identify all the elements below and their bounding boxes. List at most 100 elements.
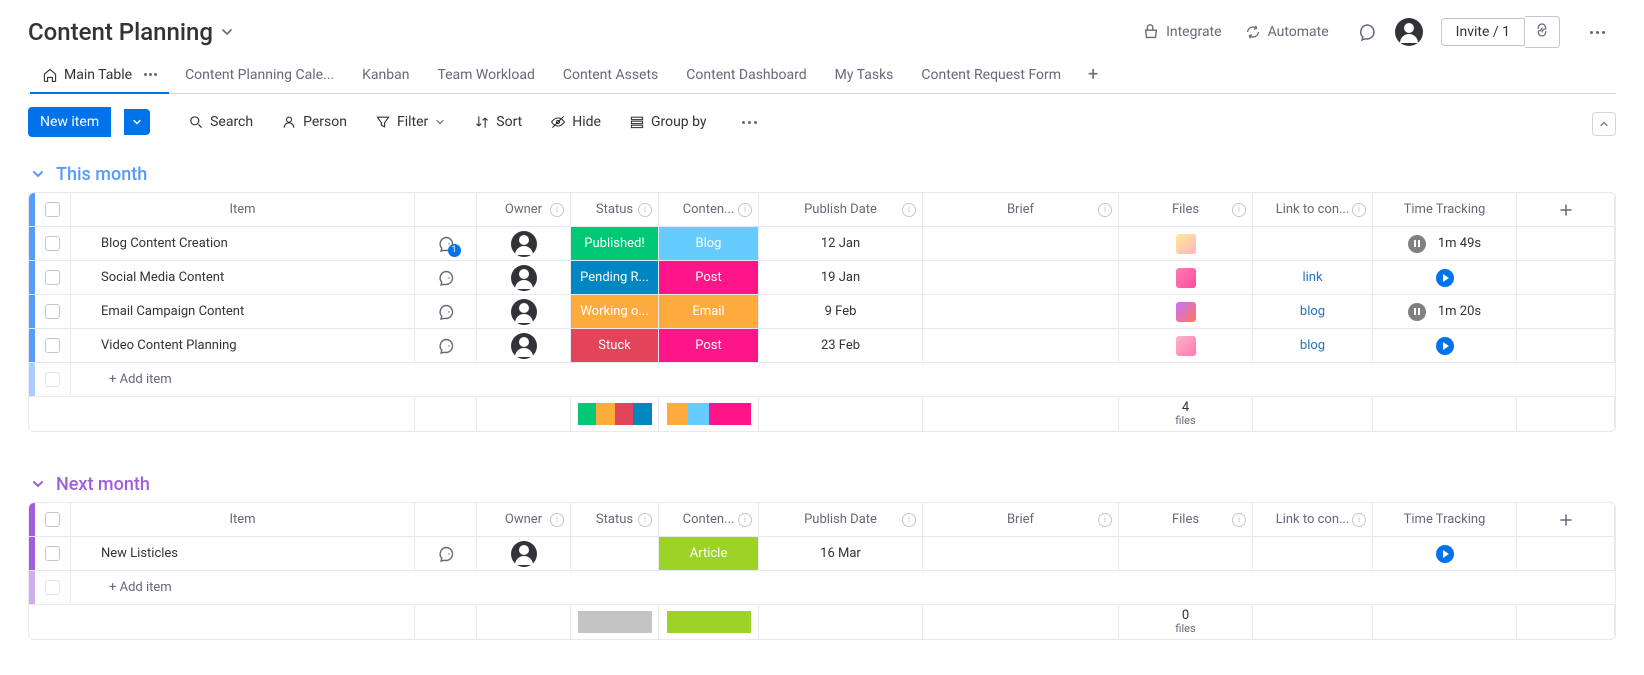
info-icon[interactable]: i [1352,203,1366,217]
files-cell[interactable] [1119,329,1253,362]
open-item-button[interactable] [415,329,477,362]
info-icon[interactable]: i [902,203,916,217]
item-name-cell[interactable]: New Listicles [71,537,415,570]
table-row[interactable]: Social Media Content Pending R... Post 1… [29,261,1615,295]
column-header-item[interactable]: Item [71,193,415,226]
sort-button[interactable]: Sort [466,108,530,136]
add-item-row[interactable]: + Add item [29,571,1615,605]
info-icon[interactable]: i [1352,513,1366,527]
status-cell[interactable]: Working o... [571,295,659,328]
select-all-checkbox[interactable] [35,503,71,536]
status-cell[interactable]: Published! [571,227,659,260]
tab-0[interactable]: Main Table [28,56,171,93]
add-column-button[interactable] [1517,193,1615,226]
group-header-0[interactable]: This month [28,156,1616,192]
brief-cell[interactable] [923,261,1119,294]
tab-7[interactable]: Content Request Form [907,56,1075,93]
link-cell[interactable] [1253,227,1373,260]
add-tab-button[interactable]: + [1081,63,1105,87]
files-cell[interactable] [1119,261,1253,294]
brief-cell[interactable] [923,537,1119,570]
file-thumbnail[interactable] [1176,302,1196,322]
board-title[interactable]: Content Planning [28,18,213,46]
brief-cell[interactable] [923,295,1119,328]
tab-4[interactable]: Content Assets [549,56,672,93]
select-all-checkbox[interactable] [35,193,71,226]
user-avatar[interactable] [1395,18,1423,46]
publish-date-cell[interactable]: 9 Feb [759,295,923,328]
content-type-cell[interactable]: Blog [659,227,759,260]
files-cell[interactable] [1119,227,1253,260]
time-tracking-cell[interactable] [1373,329,1517,362]
file-thumbnail[interactable] [1176,336,1196,356]
status-cell[interactable]: Pending R... [571,261,659,294]
column-header-files[interactable]: Filesi [1119,193,1253,226]
play-icon[interactable] [1436,269,1454,287]
filter-button[interactable]: Filter [367,108,454,136]
link-cell[interactable]: blog [1253,329,1373,362]
add-column-button[interactable] [1517,503,1615,536]
tab-1[interactable]: Content Planning Cale... [171,56,348,93]
content-type-cell[interactable]: Post [659,329,759,362]
tab-3[interactable]: Team Workload [423,56,548,93]
chevron-down-icon[interactable] [219,24,235,40]
play-icon[interactable] [1436,337,1454,355]
info-icon[interactable]: i [902,513,916,527]
group-collapse-button[interactable] [28,164,48,184]
hide-button[interactable]: Hide [542,108,609,136]
play-icon[interactable] [1436,545,1454,563]
row-checkbox[interactable] [35,295,71,328]
status-cell[interactable]: Stuck [571,329,659,362]
item-name-cell[interactable]: Social Media Content [71,261,415,294]
content-type-cell[interactable]: Email [659,295,759,328]
publish-date-cell[interactable]: 12 Jan [759,227,923,260]
info-icon[interactable]: i [1232,203,1246,217]
new-item-button[interactable]: New item [28,107,111,137]
column-header-brief[interactable]: Briefi [923,503,1119,536]
content-type-cell[interactable]: Post [659,261,759,294]
publish-date-cell[interactable]: 16 Mar [759,537,923,570]
info-icon[interactable]: i [550,513,564,527]
open-item-button[interactable] [415,261,477,294]
item-name-cell[interactable]: Blog Content Creation [71,227,415,260]
item-name-cell[interactable]: Video Content Planning [71,329,415,362]
collapse-panel-button[interactable] [1592,112,1616,136]
column-header-link[interactable]: Link to con...i [1253,193,1373,226]
link-cell[interactable]: link [1253,261,1373,294]
open-item-button[interactable] [415,295,477,328]
info-icon[interactable]: i [638,513,652,527]
group-title[interactable]: This month [56,164,147,185]
tab-6[interactable]: My Tasks [821,56,908,93]
table-row[interactable]: New Listicles Article 16 Mar [29,537,1615,571]
new-item-dropdown[interactable] [124,109,150,135]
info-icon[interactable]: i [1098,203,1112,217]
column-header-content[interactable]: Conten...i [659,503,759,536]
group-title[interactable]: Next month [56,474,150,495]
publish-date-cell[interactable]: 19 Jan [759,261,923,294]
column-header-time[interactable]: Time Tracking [1373,503,1517,536]
tab-menu-icon[interactable] [144,73,157,76]
search-button[interactable]: Search [180,108,261,136]
group-header-1[interactable]: Next month [28,466,1616,502]
tab-2[interactable]: Kanban [348,56,423,93]
column-header-item[interactable]: Item [71,503,415,536]
link-cell[interactable] [1253,537,1373,570]
files-cell[interactable] [1119,295,1253,328]
column-header-content[interactable]: Conten...i [659,193,759,226]
group-collapse-button[interactable] [28,474,48,494]
owner-cell[interactable] [477,537,571,570]
column-header-status[interactable]: Statusi [571,503,659,536]
files-cell[interactable] [1119,537,1253,570]
file-thumbnail[interactable] [1176,268,1196,288]
column-header-files[interactable]: Filesi [1119,503,1253,536]
brief-cell[interactable] [923,227,1119,260]
content-link[interactable]: link [1302,270,1322,285]
publish-date-cell[interactable]: 23 Feb [759,329,923,362]
row-checkbox[interactable] [35,227,71,260]
info-icon[interactable]: i [1098,513,1112,527]
group-by-button[interactable]: Group by [621,108,715,136]
content-type-cell[interactable]: Article [659,537,759,570]
person-filter-button[interactable]: Person [273,108,355,136]
owner-cell[interactable] [477,329,571,362]
info-icon[interactable]: i [738,203,752,217]
